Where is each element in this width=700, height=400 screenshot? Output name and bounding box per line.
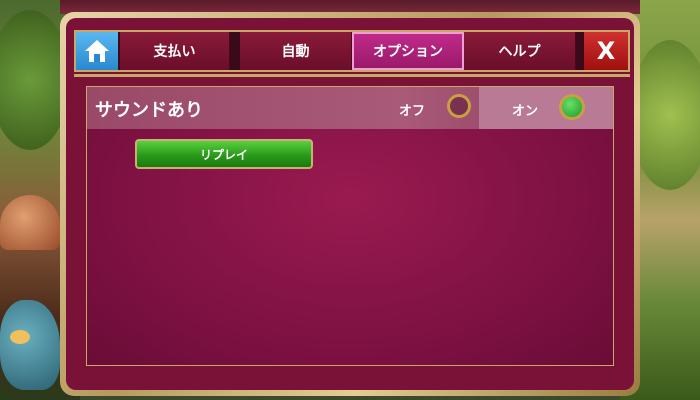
mushroom: [0, 195, 60, 250]
tab-bar: 支払い 自動 オプション ヘルプ X: [74, 30, 630, 72]
sound-off-radio[interactable]: [447, 94, 471, 118]
caterpillar-character: [0, 300, 60, 390]
tab-help[interactable]: ヘルプ: [464, 32, 576, 70]
options-content: サウンドあり オフ オン リプレイ: [86, 86, 614, 366]
sound-on-radio[interactable]: [559, 94, 585, 120]
tree-foliage-right: [630, 40, 700, 190]
caterpillar-eye: [10, 330, 30, 344]
tab-payment[interactable]: 支払い: [120, 32, 230, 70]
sound-on-label: オン: [512, 104, 539, 119]
tab-divider: [74, 74, 630, 77]
replay-button[interactable]: リプレイ: [135, 139, 313, 169]
home-button[interactable]: [76, 32, 118, 70]
sound-on-highlight: [479, 87, 613, 129]
sound-setting-row: サウンドあり オフ オン: [87, 87, 613, 129]
close-button[interactable]: X: [584, 32, 628, 70]
close-icon: X: [596, 37, 616, 65]
tab-options[interactable]: オプション: [352, 32, 464, 70]
sound-off-label: オフ: [399, 104, 426, 119]
tab-auto[interactable]: 自動: [240, 32, 352, 70]
sound-setting-label: サウンドあり: [95, 100, 203, 121]
home-icon: [85, 40, 109, 62]
